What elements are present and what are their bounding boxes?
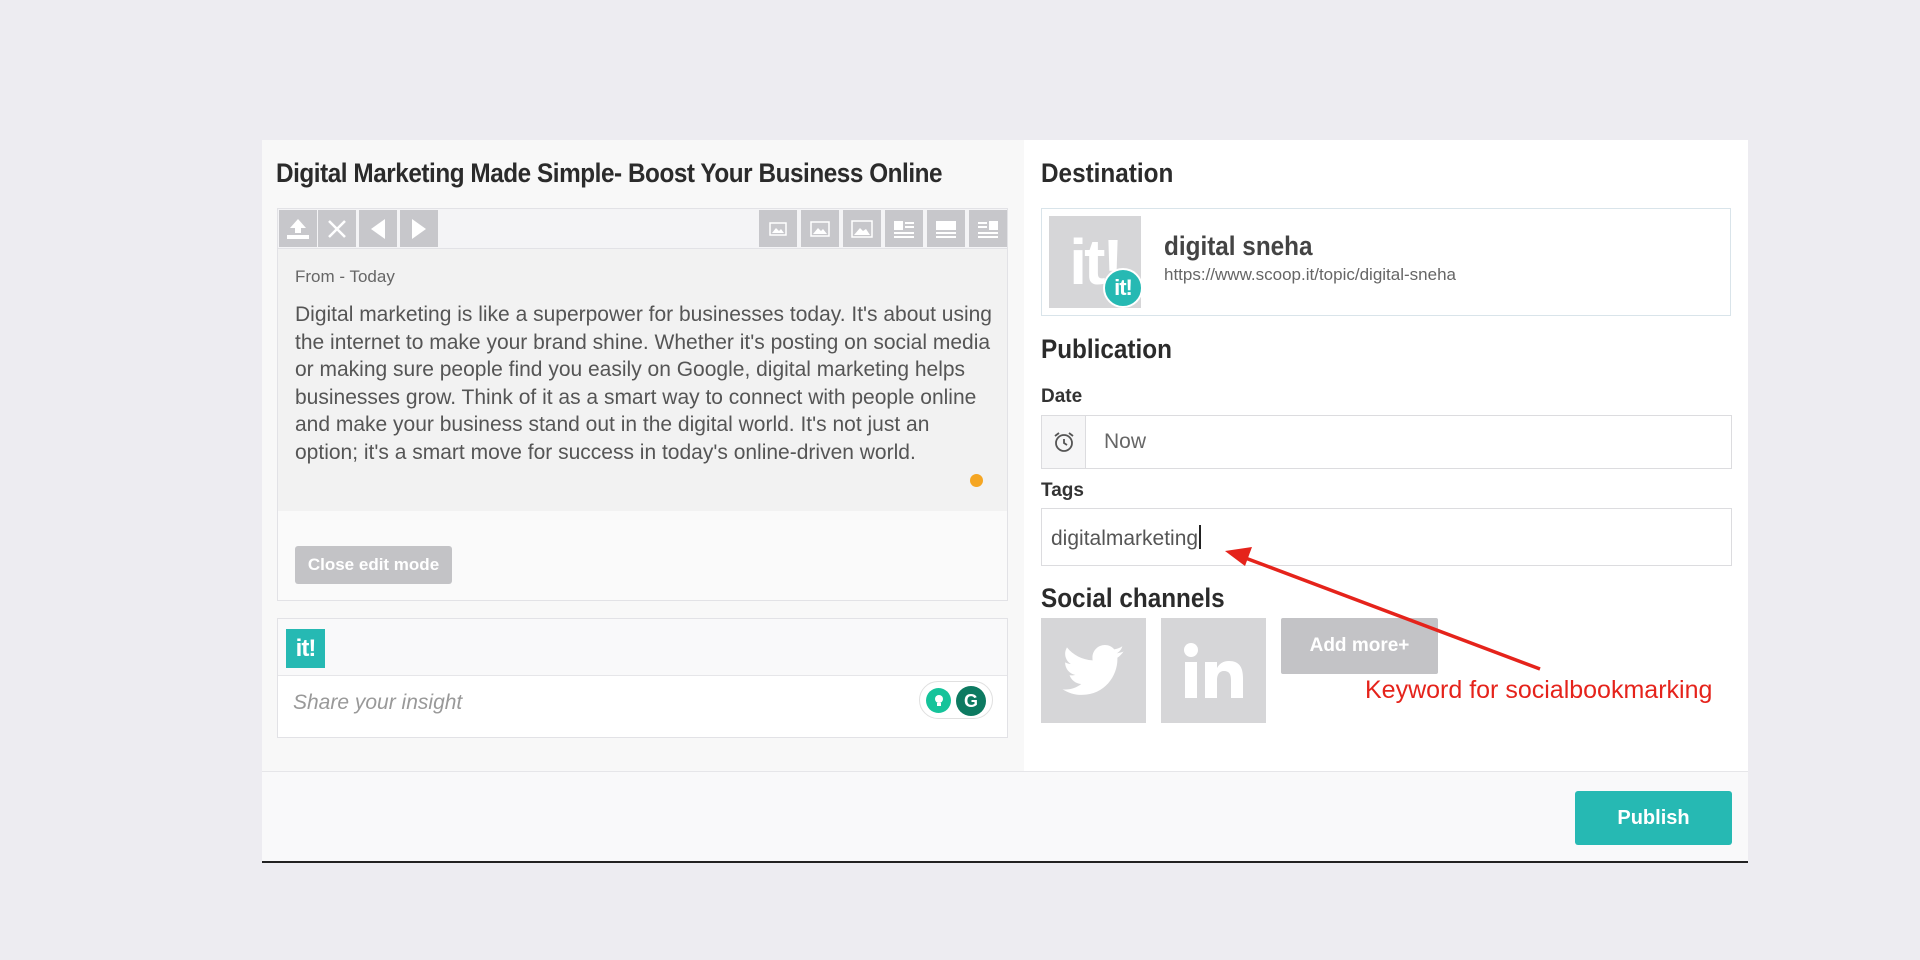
image-top-layout-icon[interactable] bbox=[927, 210, 965, 247]
date-value: Now bbox=[1104, 430, 1147, 453]
prev-icon[interactable] bbox=[359, 210, 397, 247]
date-field[interactable]: Now bbox=[1041, 415, 1732, 469]
close-icon[interactable] bbox=[318, 210, 356, 247]
annotation-label: Keyword for socialbookmarking bbox=[1365, 676, 1713, 704]
next-icon[interactable] bbox=[400, 210, 438, 247]
content-editable-area[interactable]: From - Today Digital marketing is like a… bbox=[278, 249, 1007, 511]
destination-card[interactable]: it! it! digital sneha https://www.scoop.… bbox=[1041, 208, 1731, 316]
editor-panel: Digital Marketing Made Simple- Boost You… bbox=[262, 140, 1024, 771]
upload-icon[interactable] bbox=[279, 210, 317, 247]
post-body[interactable]: Digital marketing is like a superpower f… bbox=[295, 301, 995, 466]
text-cursor bbox=[1199, 525, 1202, 549]
tags-text-wrap: digitalmarketing bbox=[1051, 525, 1202, 551]
grammarly-icon[interactable]: G bbox=[956, 686, 986, 716]
insight-input[interactable]: Share your insight bbox=[293, 691, 462, 715]
topic-name: digital sneha bbox=[1164, 231, 1313, 261]
alarm-clock-icon[interactable] bbox=[1042, 416, 1086, 468]
source-date: From - Today bbox=[295, 267, 395, 286]
grammarly-widget[interactable]: G bbox=[919, 681, 993, 719]
add-more-button[interactable]: Add more+ bbox=[1281, 618, 1438, 674]
image-right-layout-icon[interactable] bbox=[969, 210, 1007, 247]
close-edit-mode-button[interactable]: Close edit mode bbox=[295, 546, 452, 584]
image-left-layout-icon[interactable] bbox=[885, 210, 923, 247]
tags-value: digitalmarketing bbox=[1051, 527, 1199, 550]
modal-footer: Publish bbox=[262, 771, 1748, 861]
curate-modal: Digital Marketing Made Simple- Boost You… bbox=[262, 140, 1748, 863]
image-small-icon[interactable] bbox=[759, 210, 797, 247]
scoopit-badge-icon: it! bbox=[1103, 268, 1143, 308]
insight-header: it! bbox=[278, 619, 1007, 676]
scoopit-logo-icon: it! bbox=[286, 629, 325, 668]
twitter-icon[interactable] bbox=[1041, 618, 1146, 723]
date-label: Date bbox=[1041, 386, 1083, 407]
linkedin-icon[interactable] bbox=[1161, 618, 1266, 723]
publication-heading: Publication bbox=[1041, 334, 1172, 364]
tags-label: Tags bbox=[1041, 480, 1084, 501]
status-dot-icon bbox=[970, 474, 983, 487]
lightbulb-icon[interactable] bbox=[926, 688, 951, 713]
content-editor: From - Today Digital marketing is like a… bbox=[277, 248, 1008, 601]
editor-toolbar bbox=[277, 208, 1008, 248]
image-large-icon[interactable] bbox=[843, 210, 881, 247]
publish-button[interactable]: Publish bbox=[1575, 791, 1732, 845]
tags-input[interactable]: digitalmarketing bbox=[1041, 508, 1732, 566]
insight-box: it! Share your insight G bbox=[277, 618, 1008, 738]
social-channels-heading: Social channels bbox=[1041, 583, 1225, 613]
destination-heading: Destination bbox=[1041, 158, 1174, 188]
topic-url: https://www.scoop.it/topic/digital-sneha bbox=[1164, 265, 1456, 284]
image-medium-icon[interactable] bbox=[801, 210, 839, 247]
post-title[interactable]: Digital Marketing Made Simple- Boost You… bbox=[276, 158, 943, 189]
